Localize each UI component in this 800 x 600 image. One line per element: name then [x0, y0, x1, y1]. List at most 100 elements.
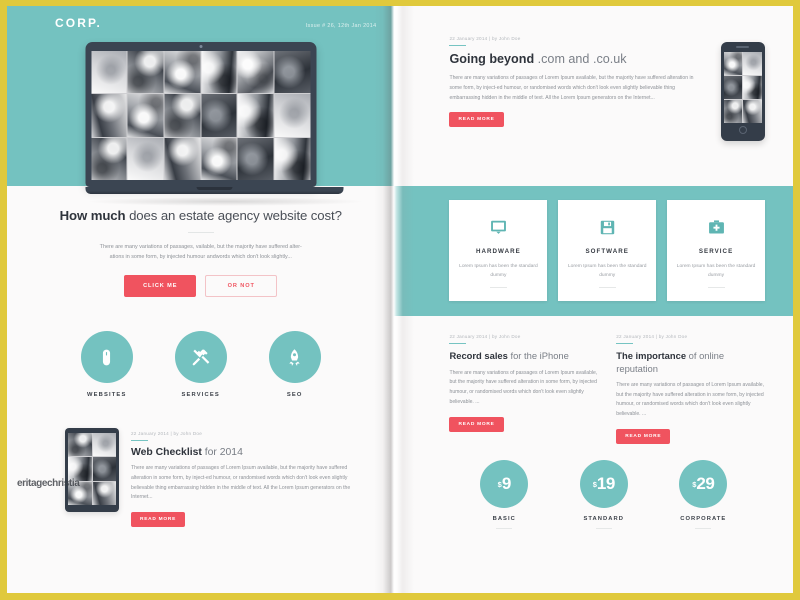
card-text: Lorem Ipsum has been the standard dummy — [459, 264, 538, 279]
article-title-bold: Record sales — [449, 350, 508, 362]
phone-home-button-icon — [738, 125, 747, 134]
left-hero-banner: CORP. Issue # 26, 12th Jan 2014 — [7, 6, 395, 206]
hero-article-title: Going beyond .com and .co.uk — [449, 52, 705, 66]
feature-card-hardware[interactable]: HARDWARE Lorem Ipsum has been the standa… — [449, 200, 548, 302]
article-title: The importance of online reputation — [616, 350, 765, 375]
article-text: There are many variations of passages of… — [449, 369, 598, 405]
read-more-button[interactable]: READ MORE — [616, 429, 671, 444]
photo-grid — [723, 51, 762, 123]
click-me-button[interactable]: CLICK ME — [124, 275, 197, 297]
outer-frame: CORP. Issue # 26, 12th Jan 2014 How much… — [0, 0, 800, 600]
price-label: CORPORATE — [680, 516, 727, 522]
read-more-button[interactable]: READ MORE — [449, 416, 504, 432]
photo-grid — [68, 433, 116, 505]
laptop-lid — [85, 42, 317, 187]
price-label: STANDARD — [583, 516, 624, 522]
page-title: How much does an estate agency website c… — [59, 208, 342, 223]
article-columns: 22 January 2014 | by John Doe Record sal… — [394, 316, 793, 444]
phone-speaker-icon — [736, 46, 750, 48]
brand-logo[interactable]: CORP. — [55, 16, 102, 30]
page-title-rest: does an estate agency website cost? — [125, 208, 342, 223]
laptop-camera-icon — [199, 45, 203, 48]
service-item-services[interactable]: SERVICES — [173, 331, 229, 398]
card-text: Lorem Ipsum has been the standard dummy — [567, 264, 647, 279]
hero-article-title-rest: .com and .co.uk — [534, 52, 627, 66]
cta-button-row: CLICK ME OR NOT — [59, 275, 342, 297]
or-not-button[interactable]: OR NOT — [205, 275, 278, 297]
page-title-bold: How much — [59, 208, 126, 223]
masthead: CORP. Issue # 26, 12th Jan 2014 — [7, 6, 394, 30]
article-title-bold: Web Checklist — [131, 447, 202, 458]
pricing-plan-standard[interactable]: $19 STANDARD — [579, 460, 628, 529]
cost-feature-block: How much does an estate agency website c… — [7, 208, 394, 297]
meta-divider — [616, 343, 634, 345]
read-more-button[interactable]: READ MORE — [449, 112, 504, 128]
card-text: Lorem Ipsum has been the standard dummy — [676, 264, 756, 279]
card-divider — [598, 287, 616, 289]
laptop-screen — [91, 51, 311, 180]
article-column-online-reputation: 22 January 2014 | by John Doe The import… — [616, 334, 765, 444]
feature-card-service[interactable]: SERVICE Lorem Ipsum has been the standar… — [667, 200, 765, 302]
pricing-row: $9 BASIC $19 STANDARD $29 CORPORATE — [394, 444, 793, 529]
laptop-base — [85, 187, 344, 194]
right-page: 22 January 2014 | by John Doe Going beyo… — [394, 6, 793, 593]
card-title: SOFTWARE — [585, 248, 629, 255]
article-title-bold: The importance — [616, 350, 687, 362]
price-amount: 29 — [696, 474, 715, 493]
meta-divider — [449, 45, 467, 46]
card-divider — [489, 287, 507, 289]
phone-mockup — [720, 42, 765, 141]
left-page-content: How much does an estate agency website c… — [7, 186, 394, 528]
service-circles: WEBSITES SERVICES SEO — [7, 331, 394, 398]
right-hero-article: 22 January 2014 | by John Doe Going beyo… — [394, 6, 793, 186]
phone-frame — [720, 42, 765, 141]
first-aid-kit-icon — [675, 215, 757, 239]
tools-icon — [174, 331, 227, 383]
pricing-plan-corporate[interactable]: $29 CORPORATE — [679, 460, 728, 529]
left-article: 22 January 2014 | by John Doe Web Checkl… — [7, 398, 394, 528]
article-title-rest: for 2014 — [201, 447, 243, 458]
issue-label: Issue # 26, 12th Jan 2014 — [305, 23, 377, 29]
article-title-rest: for the iPhone — [507, 350, 569, 362]
price-badge: $9 — [480, 460, 529, 508]
meta-divider — [131, 440, 148, 441]
rocket-icon — [268, 331, 321, 383]
title-divider — [187, 232, 214, 233]
service-item-websites[interactable]: WEBSITES — [79, 331, 135, 398]
price-badge: $29 — [679, 460, 728, 508]
article-text: There are many variations of passages of… — [616, 381, 765, 418]
article-column-record-sales: 22 January 2014 | by John Doe Record sal… — [449, 334, 598, 444]
hero-article-title-bold: Going beyond — [449, 52, 535, 66]
tablet-frame — [65, 428, 119, 512]
price-divider — [496, 528, 513, 529]
magazine-spread: CORP. Issue # 26, 12th Jan 2014 How much… — [7, 6, 793, 593]
tablet-screen — [68, 433, 116, 505]
read-more-button[interactable]: READ MORE — [131, 512, 186, 528]
pricing-plan-basic[interactable]: $9 BASIC — [480, 460, 529, 529]
price-amount: 9 — [501, 474, 511, 493]
mouse-icon — [80, 331, 133, 383]
left-page: CORP. Issue # 26, 12th Jan 2014 How much… — [7, 6, 395, 593]
phone-screen — [723, 51, 762, 123]
right-hero-text: 22 January 2014 | by John Doe Going beyo… — [449, 36, 705, 141]
left-article-body: 22 January 2014 | by John Doe Web Checkl… — [131, 428, 360, 528]
hero-article-text: There are many variations of passages of… — [449, 75, 694, 101]
feature-card-strip: HARDWARE Lorem Ipsum has been the standa… — [394, 186, 793, 317]
cost-feature-text: There are many variations of passages, v… — [99, 244, 302, 260]
article-meta: 22 January 2014 | by John Doe — [616, 334, 688, 340]
service-item-seo[interactable]: SEO — [267, 331, 323, 398]
article-text: There are many variations of passages of… — [131, 465, 351, 501]
price-amount: 19 — [596, 474, 615, 493]
feature-card-software[interactable]: SOFTWARE Lorem Ipsum has been the standa… — [558, 200, 657, 302]
price-divider — [695, 528, 712, 529]
price-label: BASIC — [492, 516, 516, 522]
watermark: eritagechristia — [17, 478, 80, 489]
price-badge: $19 — [579, 460, 628, 508]
card-title: SERVICE — [698, 248, 734, 255]
article-meta: 22 January 2014 | by John Doe — [131, 431, 203, 436]
card-title: HARDWARE — [475, 248, 521, 255]
photo-grid — [91, 51, 311, 180]
floppy-disk-icon — [566, 215, 648, 239]
monitor-icon — [457, 215, 539, 239]
article-meta: 22 January 2014 | by John Doe — [449, 36, 521, 41]
